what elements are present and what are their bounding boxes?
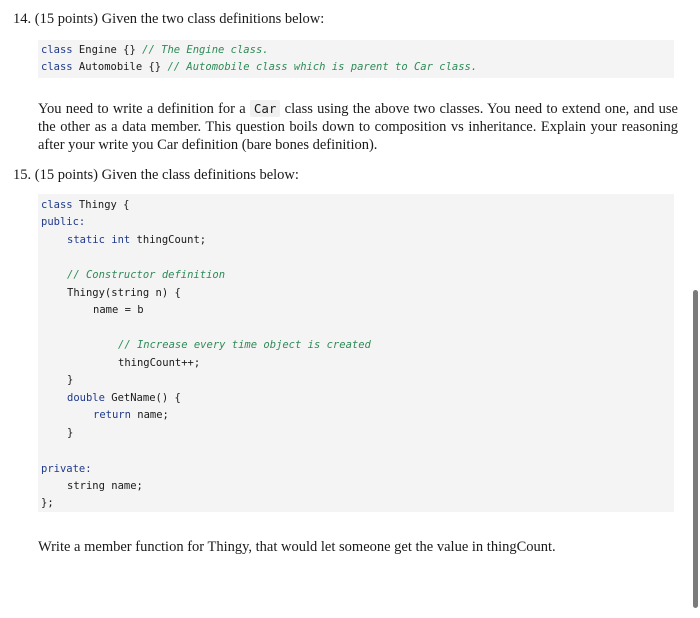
code-text: name; — [104, 480, 143, 492]
code-text: GetName() { — [104, 392, 181, 404]
question-15-number: 15. — [13, 167, 32, 183]
code-text: } — [67, 427, 74, 439]
code-text: thingCount++; — [118, 357, 201, 369]
code-line-close-getname: } — [67, 426, 73, 440]
code-keyword: public: — [41, 216, 86, 228]
document-page: 14. (15 points) Given the two class defi… — [0, 0, 688, 618]
code-line-getname: double GetName() { — [67, 391, 181, 405]
question-14-body-part1: You need to write a definition for a — [38, 101, 246, 117]
code-text: Thingy(string n) { — [67, 287, 181, 299]
question-15-task: Write a member function for Thingy, that… — [38, 539, 556, 555]
code-line-automobile: class Automobile {} // Automobile class … — [41, 60, 477, 74]
code-keyword: class — [41, 61, 73, 73]
code-line-close-class: }; — [41, 496, 54, 510]
code-text: string — [67, 480, 105, 492]
question-15-heading: 15. (15 points) Given the class definiti… — [13, 166, 299, 184]
code-keyword: class — [41, 44, 73, 56]
code-text: name = b — [93, 304, 144, 316]
code-text: }; — [41, 497, 54, 509]
vertical-scrollbar[interactable] — [690, 0, 700, 618]
code-keyword: return — [93, 409, 131, 421]
question-15-prompt: Given the class definitions below: — [101, 167, 299, 183]
code-text: Automobile {} — [72, 61, 168, 73]
code-comment: // Automobile class which is parent to C… — [167, 61, 478, 73]
code-keyword: int — [111, 234, 131, 246]
code-line-class-thingy: class Thingy { — [41, 198, 130, 212]
code-comment: // The Engine class. — [142, 44, 269, 56]
question-15-points: (15 points) — [34, 167, 98, 183]
code-line-assign-name: name = b — [93, 303, 144, 317]
question-15-code-block: class Thingy { public: static int thingC… — [38, 194, 674, 512]
question-14-heading: 14. (15 points) Given the two class defi… — [13, 10, 324, 28]
code-keyword: double — [67, 392, 105, 404]
code-text: Thingy { — [72, 199, 130, 211]
code-comment: // Constructor definition — [67, 269, 226, 281]
code-comment: // Increase every time object is created — [118, 339, 371, 351]
question-14-number: 14. — [13, 11, 32, 27]
question-14-code-block: class Engine {} // The Engine class. cla… — [38, 40, 674, 78]
code-line-constructor: Thingy(string n) { — [67, 286, 181, 300]
code-line-increase-comment: // Increase every time object is created — [118, 338, 371, 352]
question-14-prompt: Given the two class definitions below: — [101, 11, 325, 27]
inline-code-car: Car — [249, 100, 281, 117]
code-keyword: static — [67, 234, 105, 246]
code-line-engine: class Engine {} // The Engine class. — [41, 43, 269, 57]
code-line-name-member: string name; — [67, 479, 143, 493]
code-keyword: class — [41, 199, 73, 211]
code-line-private: private: — [41, 462, 92, 476]
code-line-public: public: — [41, 215, 85, 229]
code-keyword: private: — [41, 463, 92, 475]
code-line-constructor-comment: // Constructor definition — [67, 268, 225, 282]
code-line-static-member: static int thingCount; — [67, 233, 206, 247]
code-text: Engine {} — [72, 44, 143, 56]
question-14-points: (15 points) — [34, 11, 98, 27]
code-line-return: return name; — [93, 408, 169, 422]
code-text: name; — [130, 409, 169, 421]
code-line-close-constructor: } — [67, 373, 73, 387]
code-text: } — [67, 374, 74, 386]
question-14-body: You need to write a definition for a Car… — [38, 100, 678, 154]
scrollbar-thumb[interactable] — [693, 290, 698, 608]
code-text: thingCount; — [130, 234, 207, 246]
code-line-increment: thingCount++; — [118, 356, 200, 370]
